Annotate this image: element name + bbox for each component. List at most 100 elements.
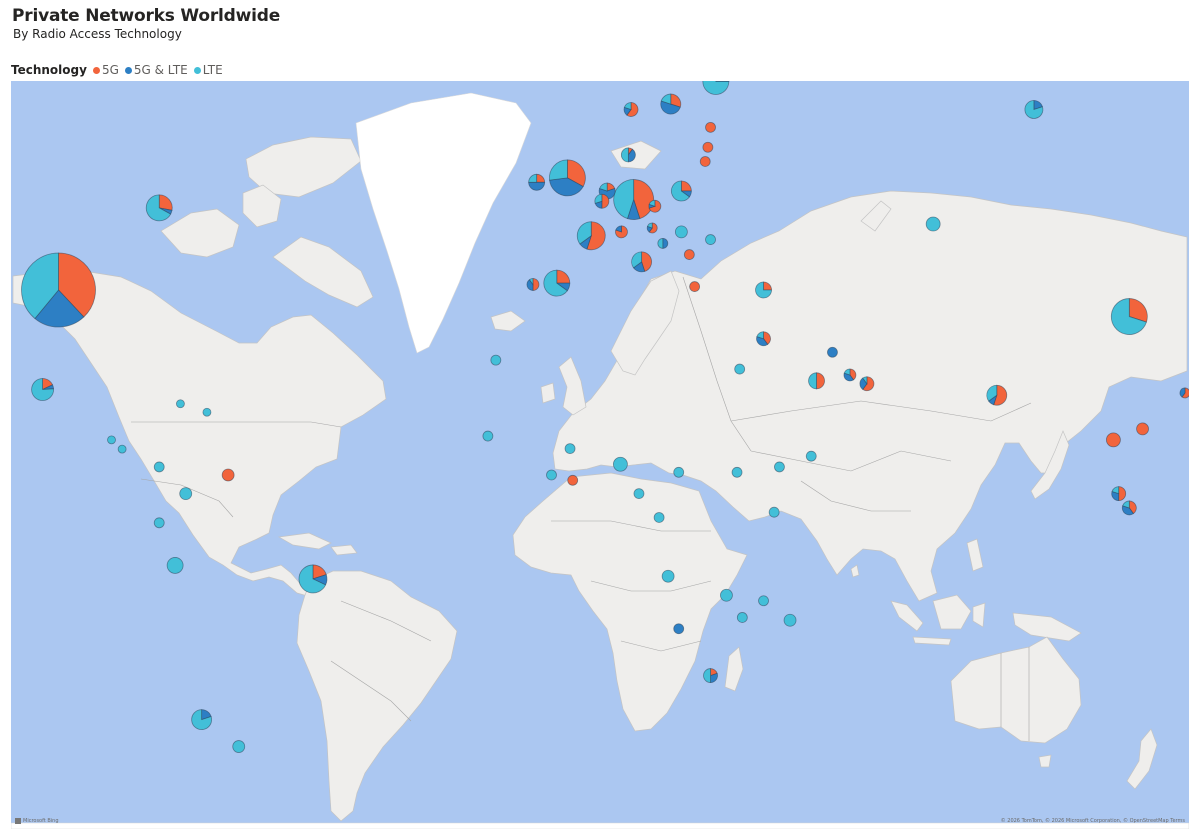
pie-marker[interactable] (191, 709, 213, 730)
pie-slice-lte[interactable] (661, 569, 675, 583)
pie-marker[interactable] (594, 193, 610, 209)
pie-slice-lte[interactable] (702, 81, 730, 95)
pie-slice-lte[interactable] (925, 216, 941, 232)
pie-marker[interactable] (843, 368, 857, 382)
pie-marker[interactable] (176, 399, 185, 409)
pie-slice-lte[interactable] (703, 668, 711, 683)
pie-marker[interactable] (673, 623, 685, 635)
pie-marker[interactable] (1024, 100, 1044, 119)
pie-slice-5g[interactable] (567, 474, 579, 486)
pie-marker[interactable] (613, 179, 655, 220)
pie-marker[interactable] (783, 613, 797, 627)
pie-marker[interactable] (615, 225, 628, 239)
pie-marker[interactable] (705, 234, 716, 245)
pie-marker[interactable] (620, 147, 636, 163)
pie-marker[interactable] (153, 517, 165, 529)
world-map[interactable]: Microsoft Bing © 2026 TomTom, © 2026 Mic… (11, 81, 1189, 829)
pie-slice-5g[interactable] (705, 121, 716, 133)
pie-marker[interactable] (648, 199, 662, 213)
pie-marker[interactable] (827, 346, 838, 358)
pie-marker[interactable] (859, 376, 875, 392)
pie-marker[interactable] (633, 488, 645, 500)
pie-marker[interactable] (702, 141, 714, 153)
pie-marker[interactable] (731, 466, 743, 478)
pie-marker[interactable] (702, 81, 730, 95)
pie-slice-5g[interactable] (556, 269, 571, 284)
pie-marker[interactable] (145, 194, 173, 222)
pie-marker[interactable] (720, 588, 733, 602)
pie-marker[interactable] (774, 461, 785, 473)
pie-slice-lte[interactable] (117, 444, 127, 454)
pie-marker[interactable] (1121, 500, 1137, 516)
pie-slice-lte[interactable] (736, 612, 748, 623)
pie-marker[interactable] (528, 173, 546, 191)
pie-marker[interactable] (576, 221, 606, 251)
legend-item-5g-lte[interactable]: 5G & LTE (124, 63, 188, 77)
pie-slice-5g[interactable] (702, 141, 714, 153)
pie-marker[interactable] (736, 612, 748, 623)
pie-marker[interactable] (734, 363, 746, 375)
pie-slice-lte[interactable] (564, 443, 576, 454)
pie-slice-lte[interactable] (653, 512, 665, 523)
pie-slice-lte[interactable] (179, 487, 193, 501)
pie-slice-lte[interactable] (758, 595, 769, 607)
pie-slice-lte[interactable] (202, 407, 212, 417)
pie-marker[interactable] (653, 512, 665, 523)
pie-marker[interactable] (1111, 486, 1127, 502)
pie-slice-lte[interactable] (633, 488, 645, 500)
pie-slice-5g[interactable] (532, 278, 540, 291)
pie-marker[interactable] (623, 102, 639, 117)
pie-marker[interactable] (756, 331, 771, 347)
pie-marker[interactable] (631, 251, 653, 273)
pie-marker[interactable] (107, 435, 116, 445)
pie-marker[interactable] (805, 450, 817, 462)
pie-marker[interactable] (31, 378, 55, 401)
pie-marker[interactable] (543, 269, 571, 297)
pie-slice-5g[interactable] (689, 281, 701, 292)
pie-slice-5g-lte[interactable] (827, 346, 838, 358)
pie-slice-lte[interactable] (549, 159, 568, 181)
pie-marker[interactable] (526, 278, 540, 291)
pie-slice-lte[interactable] (153, 517, 165, 529)
pie-marker[interactable] (660, 93, 682, 115)
pie-slice-lte[interactable] (731, 466, 743, 478)
pie-slice-lte[interactable] (546, 469, 557, 481)
pie-slice-5g-lte[interactable] (662, 237, 669, 249)
pie-marker[interactable] (482, 430, 494, 442)
pie-slice-lte[interactable] (673, 466, 685, 478)
pie-marker[interactable] (703, 668, 718, 683)
pie-slice-lte[interactable] (232, 740, 246, 753)
pie-marker[interactable] (546, 469, 557, 481)
pie-slice-5g[interactable] (680, 180, 692, 192)
pie-slice-lte[interactable] (613, 456, 628, 472)
legend-item-lte[interactable]: LTE (193, 63, 223, 77)
pie-slice-5g[interactable] (1136, 422, 1149, 436)
pie-marker[interactable] (564, 443, 576, 454)
pie-marker[interactable] (670, 180, 692, 202)
pie-marker[interactable] (758, 595, 769, 607)
pie-marker[interactable] (179, 487, 193, 501)
pie-marker[interactable] (1136, 422, 1149, 436)
pie-slice-lte[interactable] (705, 234, 716, 245)
pie-marker[interactable] (661, 569, 675, 583)
pie-marker[interactable] (490, 354, 502, 366)
pie-marker[interactable] (232, 740, 246, 753)
pie-slice-lte[interactable] (490, 354, 502, 366)
pie-slice-lte[interactable] (768, 506, 780, 518)
map-canvas[interactable] (11, 81, 1189, 829)
pie-slice-lte[interactable] (720, 588, 733, 602)
legend-item-5g[interactable]: 5G (92, 63, 119, 77)
pie-marker[interactable] (699, 156, 711, 167)
pie-marker[interactable] (298, 564, 328, 594)
pie-marker[interactable] (21, 252, 96, 328)
pie-marker[interactable] (153, 461, 165, 473)
pie-slice-lte[interactable] (657, 237, 664, 249)
pie-marker[interactable] (1110, 298, 1148, 335)
pie-marker[interactable] (674, 225, 688, 239)
pie-marker[interactable] (1106, 432, 1121, 448)
map-attribution[interactable]: © 2026 TomTom, © 2026 Microsoft Corporat… (1001, 818, 1185, 824)
pie-marker[interactable] (202, 407, 212, 417)
pie-marker[interactable] (986, 384, 1008, 406)
pie-marker[interactable] (755, 281, 772, 299)
pie-marker[interactable] (689, 281, 701, 292)
